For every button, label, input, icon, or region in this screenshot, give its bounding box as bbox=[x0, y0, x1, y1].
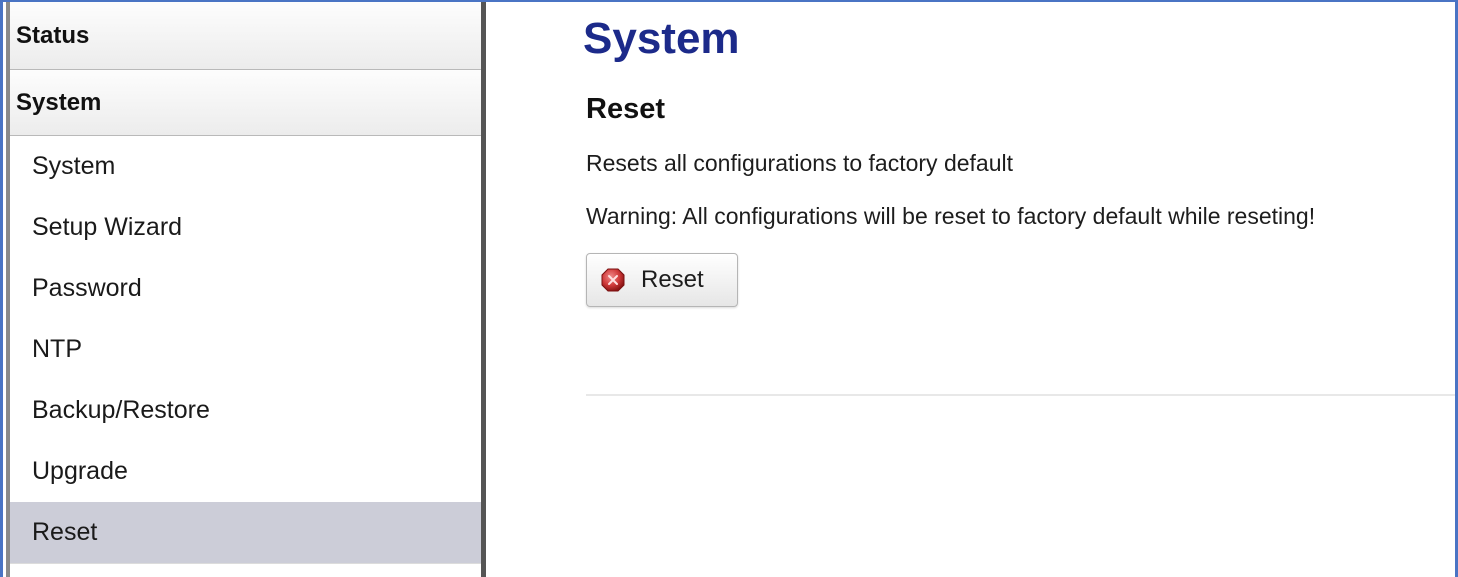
sidebar-item-label: Reset bbox=[32, 518, 98, 546]
sidebar-section-label: System bbox=[16, 88, 102, 116]
sidebar-item-label: Backup/Restore bbox=[32, 396, 210, 424]
page-title: System bbox=[583, 14, 740, 63]
sidebar-item-setup-wizard[interactable]: Setup Wizard bbox=[10, 197, 481, 258]
sidebar-item-backup-restore[interactable]: Backup/Restore bbox=[10, 380, 481, 441]
reset-button[interactable]: Reset bbox=[586, 253, 738, 307]
main-content: System Reset Resets all configurations t… bbox=[583, 2, 1455, 577]
sidebar-section-system[interactable]: System bbox=[10, 70, 481, 136]
sidebar-item-upgrade[interactable]: Upgrade bbox=[10, 441, 481, 502]
sidebar-item-password[interactable]: Password bbox=[10, 258, 481, 319]
sidebar-item-label: Password bbox=[32, 274, 142, 302]
app-frame: Status System System Setup Wizard Passwo… bbox=[0, 0, 1458, 577]
reset-warning: Warning: All configurations will be rese… bbox=[586, 203, 1316, 229]
sidebar-section-status[interactable]: Status bbox=[10, 2, 481, 70]
sidebar-item-label: System bbox=[32, 152, 116, 180]
sidebar-item-system[interactable]: System bbox=[10, 136, 481, 197]
reset-stop-icon bbox=[601, 268, 625, 292]
sidebar-item-label: Upgrade bbox=[32, 457, 128, 485]
sidebar-item-label: Setup Wizard bbox=[32, 213, 183, 241]
content-divider bbox=[586, 394, 1455, 396]
reset-description: Resets all configurations to factory def… bbox=[586, 150, 1014, 176]
sidebar-item-reset[interactable]: Reset bbox=[10, 502, 481, 563]
sidebar-section-label: Status bbox=[16, 21, 90, 49]
section-title: Reset bbox=[586, 93, 665, 125]
sidebar-item-label: NTP bbox=[32, 335, 82, 363]
sidebar-nav: Status System System Setup Wizard Passwo… bbox=[6, 2, 486, 577]
reset-button-label: Reset bbox=[641, 266, 704, 293]
sidebar-item-ntp[interactable]: NTP bbox=[10, 319, 481, 380]
sidebar-remainder bbox=[10, 563, 481, 577]
